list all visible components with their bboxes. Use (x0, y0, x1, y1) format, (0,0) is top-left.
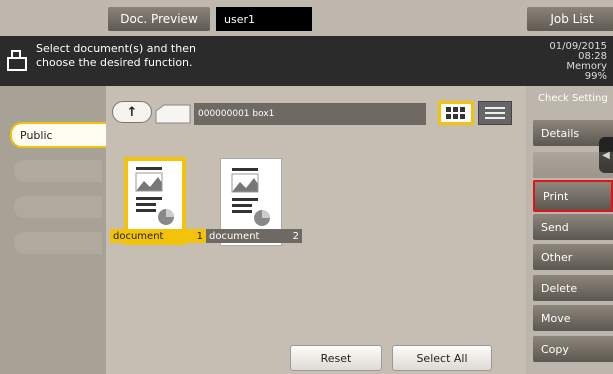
box-open-icon (6, 48, 28, 76)
select-all-button[interactable]: Select All (392, 345, 492, 371)
check-setting-button[interactable]: Check Setting (538, 93, 608, 104)
list-icon (485, 107, 505, 119)
document-number: 1 (196, 230, 203, 242)
job-list-button[interactable]: Job List (527, 7, 613, 31)
list-view-button[interactable] (478, 101, 512, 125)
status-info: 01/09/2015 08:28 Memory 99% (549, 42, 607, 82)
tab-public[interactable]: Public (10, 122, 108, 148)
up-arrow-icon: ↑ (126, 104, 138, 120)
document-name: document (113, 230, 164, 242)
thumbnail-view-button[interactable] (438, 101, 474, 125)
document-number: 2 (292, 230, 299, 242)
document-label[interactable]: document 1 (110, 229, 206, 243)
empty-tab (14, 196, 102, 218)
copy-button[interactable]: Copy (533, 336, 613, 362)
disabled-menu-button (533, 152, 613, 178)
user-field: user1 (216, 7, 312, 31)
other-button[interactable]: Other (533, 244, 613, 270)
up-folder-button[interactable]: ↑ (112, 101, 152, 123)
reset-button[interactable]: Reset (290, 345, 382, 371)
box-name-field: 000000001 box1 (194, 103, 426, 125)
empty-tab (14, 232, 102, 254)
delete-button[interactable]: Delete (533, 275, 613, 301)
print-button[interactable]: Print (533, 180, 613, 212)
document-name: document (209, 230, 260, 242)
move-button[interactable]: Move (533, 305, 613, 331)
send-button[interactable]: Send (533, 214, 613, 240)
folder-icon (154, 103, 192, 129)
instruction-message: Select document(s) and then choose the d… (36, 42, 256, 70)
empty-tab (14, 160, 102, 182)
memory-value: 99% (584, 71, 607, 82)
document-label[interactable]: document 2 (206, 229, 302, 243)
instruction-line-2: choose the desired function. (36, 56, 193, 69)
instruction-line-1: Select document(s) and then (36, 42, 196, 55)
doc-preview-tab[interactable]: Doc. Preview (108, 7, 210, 31)
grid-icon (446, 107, 465, 119)
